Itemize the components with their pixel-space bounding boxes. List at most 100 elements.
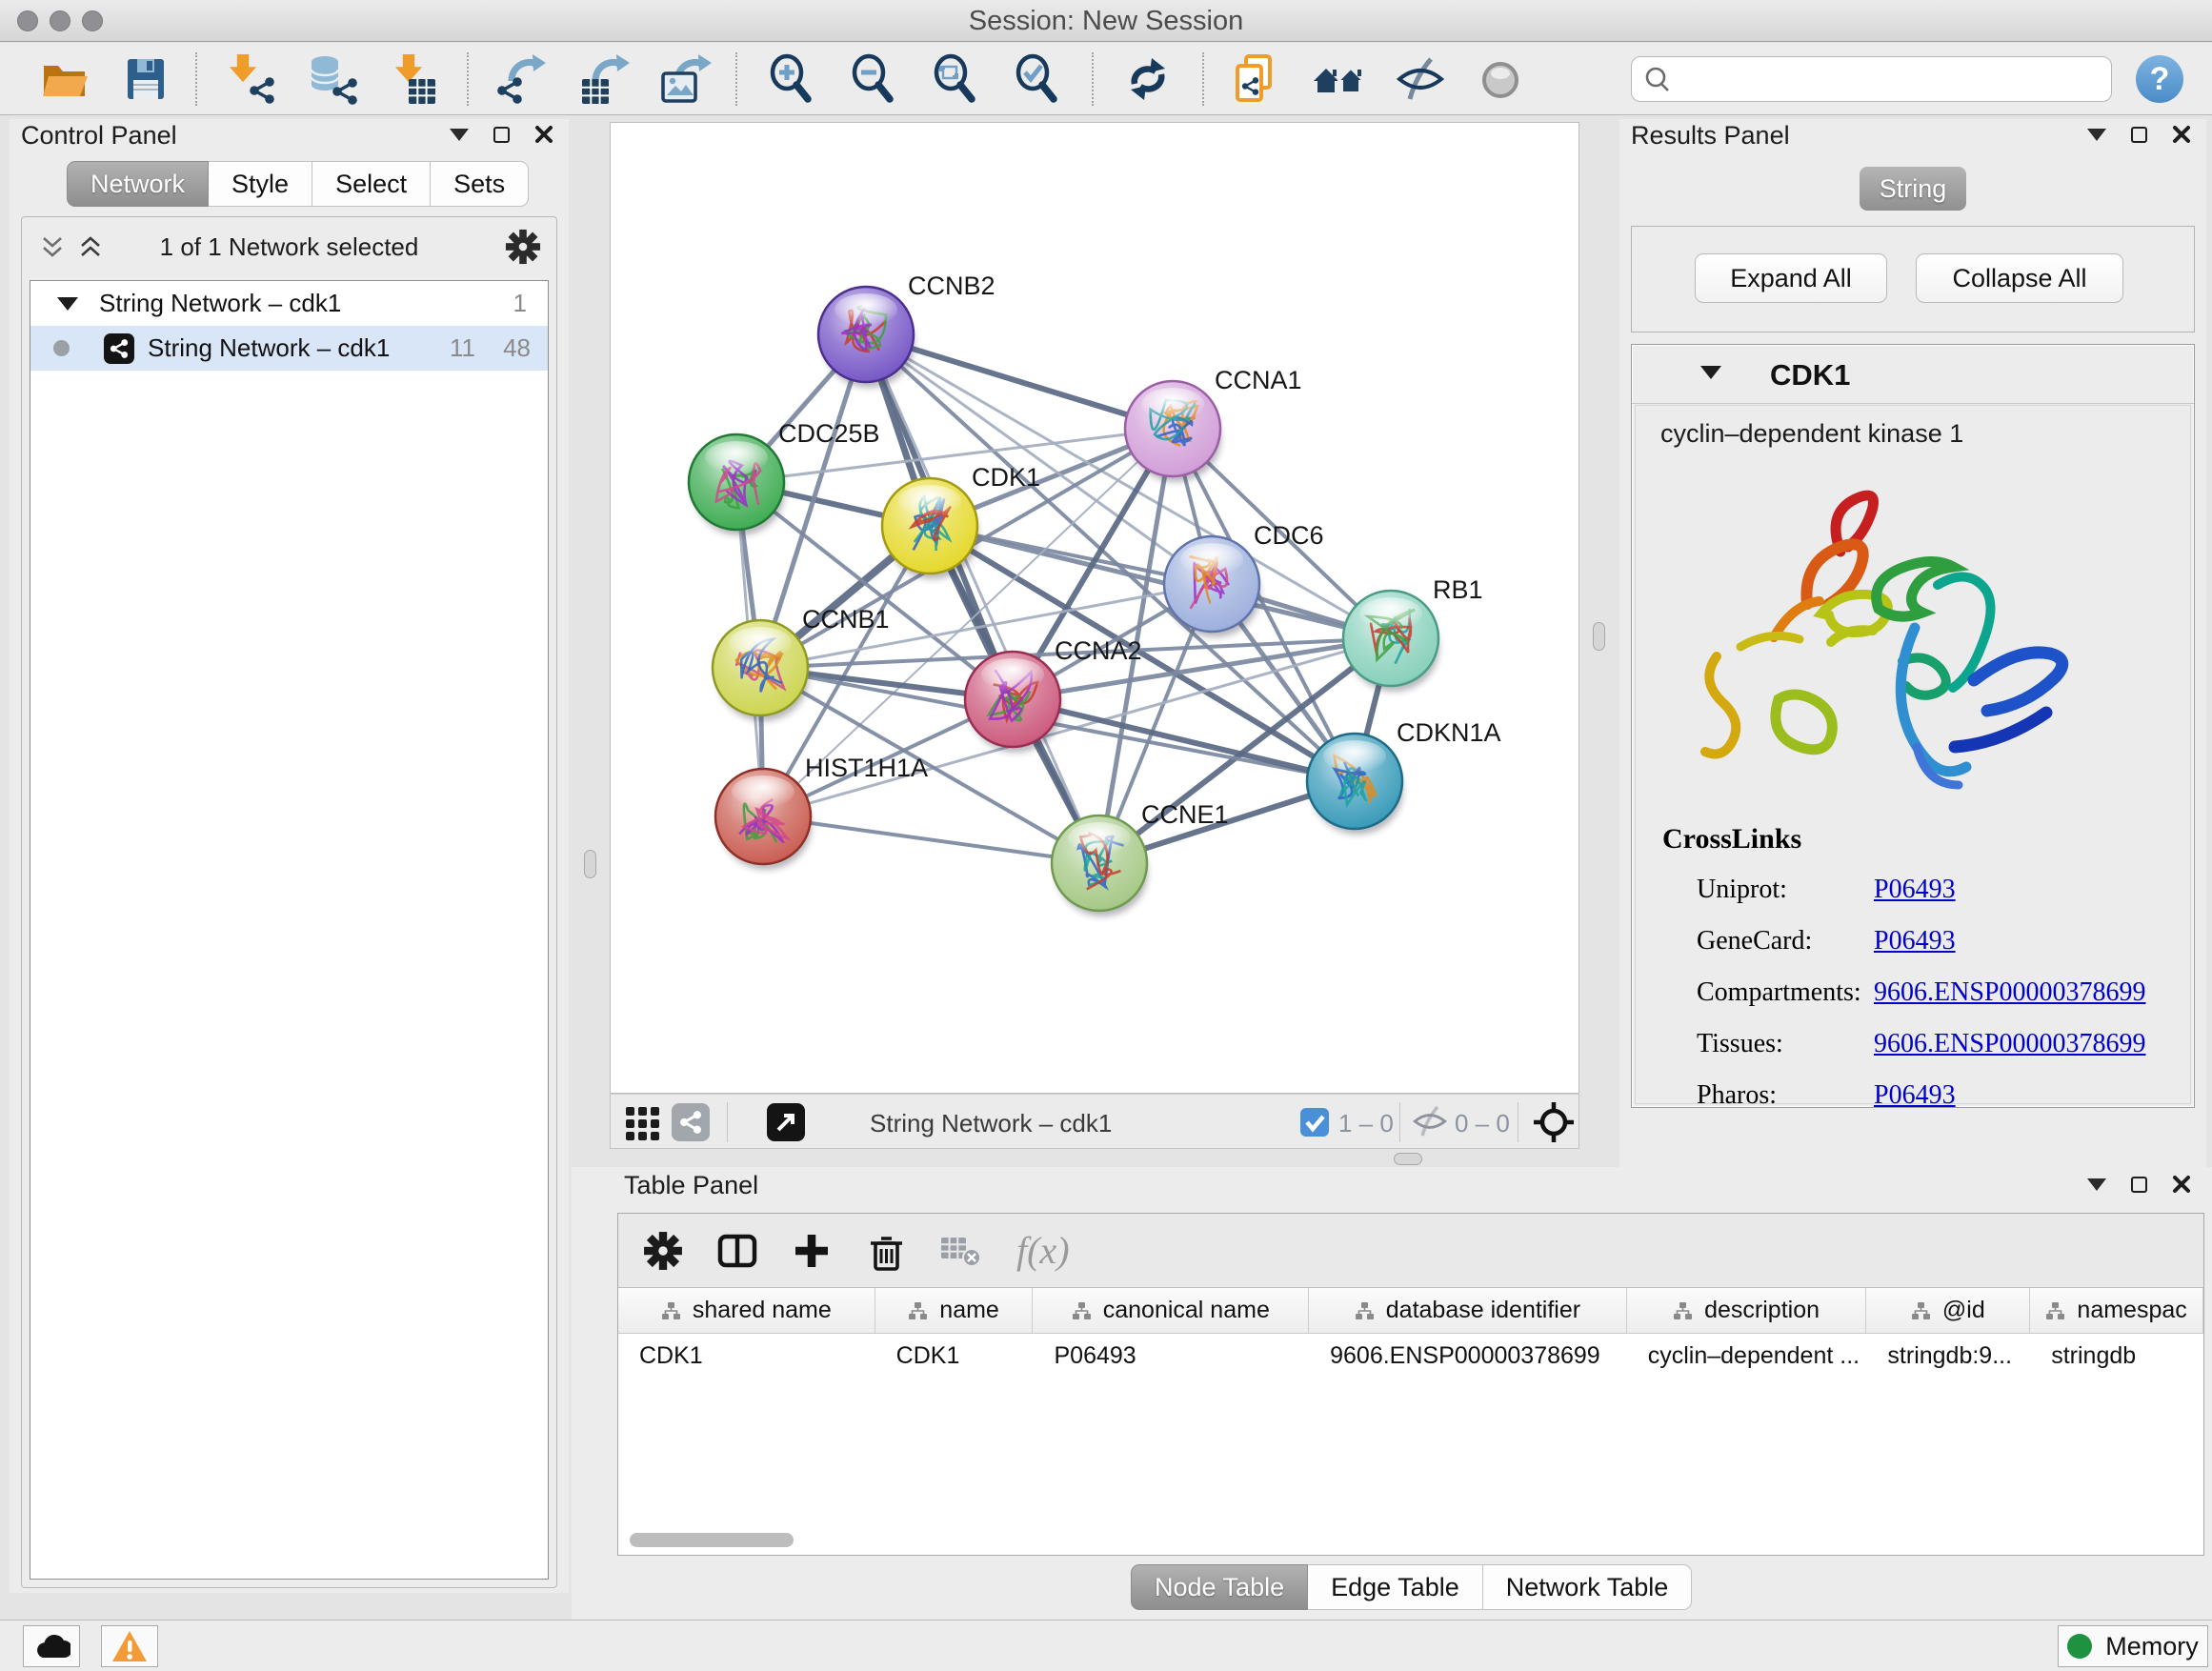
zoom-fit-button[interactable] [928, 51, 983, 107]
crosslink-label: Tissues: [1697, 1029, 1783, 1059]
column-header-namespac[interactable]: namespac [2030, 1288, 2203, 1333]
import-table-file-button[interactable] [387, 51, 442, 107]
panel-float-icon[interactable] [2131, 1177, 2147, 1193]
zoom-out-button[interactable] [846, 51, 901, 107]
string-controls-box: Expand All Collapse All [1631, 226, 2195, 332]
network-canvas[interactable]: CCNB2CCNA1CDC25BCDK1CDC6RB1CCNB1CCNA2CDK… [610, 122, 1579, 1094]
table-cell[interactable]: CDK1 [618, 1334, 875, 1378]
help-button[interactable]: ? [2136, 55, 2183, 103]
results-panel-title: Results Panel [1631, 121, 1790, 151]
table-options-gear-icon[interactable] [643, 1231, 683, 1271]
delete-column-trash-icon[interactable] [866, 1231, 906, 1271]
export-table-button[interactable] [577, 51, 633, 107]
network-tree-root-row[interactable]: String Network – cdk1 1 [30, 281, 548, 326]
control-tab-sets[interactable]: Sets [431, 161, 529, 207]
right-splitter-handle[interactable] [1593, 622, 1605, 651]
table-tab-edge-table[interactable]: Edge Table [1308, 1564, 1483, 1610]
panel-close-icon[interactable] [2172, 1175, 2191, 1194]
birds-eye-toggle-icon[interactable] [1533, 1101, 1575, 1148]
create-column-plus-icon[interactable] [792, 1231, 832, 1271]
network-status-dot [53, 340, 70, 356]
panel-menu-icon[interactable] [2087, 129, 2106, 141]
control-tab-style[interactable]: Style [209, 161, 312, 207]
left-splitter-handle[interactable] [584, 850, 596, 878]
export-image-button[interactable] [657, 51, 713, 107]
export-network-button[interactable] [493, 51, 549, 107]
import-network-database-button[interactable] [305, 51, 360, 107]
zoom-in-button[interactable] [764, 51, 819, 107]
column-header-canonical-name[interactable]: canonical name [1033, 1288, 1309, 1333]
open-file-button[interactable] [36, 51, 91, 107]
crosslink-row: Uniprot:P06493 [1636, 865, 2190, 916]
panel-menu-icon[interactable] [450, 129, 469, 141]
network-snapshot-button[interactable] [1229, 51, 1284, 107]
protein-card-header[interactable]: CDK1 [1632, 345, 2194, 404]
collapse-section-icon[interactable] [1700, 366, 1721, 379]
hide-graphics-details-button[interactable] [1393, 51, 1448, 107]
hidden-eye-icon[interactable] [1411, 1102, 1449, 1145]
show-graphics-details-button[interactable] [1473, 51, 1528, 107]
status-bar: Memory [0, 1620, 2212, 1671]
panel-float-icon[interactable] [2131, 127, 2147, 143]
memory-button[interactable]: Memory [2058, 1625, 2208, 1667]
column-header-name[interactable]: name [875, 1288, 1034, 1333]
table-cell[interactable]: 9606.ENSP00000378699 [1309, 1334, 1627, 1378]
column-sort-icon [1355, 1301, 1375, 1320]
table-horizontal-scrollbar[interactable] [630, 1533, 794, 1547]
table-cell[interactable]: cyclin–dependent ... [1627, 1334, 1867, 1378]
control-tab-network[interactable]: Network [67, 161, 209, 207]
expand-all-button[interactable]: Expand All [1695, 253, 1887, 303]
network-overview-icon[interactable] [672, 1103, 710, 1146]
cloud-status-button[interactable] [23, 1625, 80, 1667]
crosslink-link-pharos[interactable]: P06493 [1874, 1080, 1956, 1111]
crosslink-label: Pharos: [1697, 1080, 1777, 1111]
show-columns-icon[interactable] [717, 1231, 757, 1271]
control-tab-select[interactable]: Select [312, 161, 431, 207]
network-node-CCNA1[interactable]: CCNA1 [1125, 366, 1302, 482]
open-in-window-icon[interactable] [767, 1103, 805, 1146]
column-header-id[interactable]: @id [1866, 1288, 2030, 1333]
warnings-button[interactable] [101, 1625, 158, 1667]
panel-menu-icon[interactable] [2087, 1178, 2106, 1191]
protein-name: CDK1 [1770, 358, 1850, 393]
save-session-button[interactable] [118, 51, 173, 107]
table-tab-network-table[interactable]: Network Table [1483, 1564, 1693, 1610]
search-input[interactable] [1672, 60, 2111, 98]
crosslink-link-uniprot[interactable]: P06493 [1874, 875, 1956, 905]
panel-float-icon[interactable] [493, 127, 510, 143]
panel-close-icon[interactable] [2172, 125, 2191, 144]
network-node-label: CDC25B [778, 419, 880, 448]
column-header-description[interactable]: description [1627, 1288, 1867, 1333]
bottom-splitter-handle[interactable] [1394, 1153, 1422, 1165]
refresh-network-button[interactable] [1120, 51, 1176, 107]
network-tree-item-row[interactable]: String Network – cdk1 11 48 [30, 326, 548, 371]
show-all-networks-button[interactable] [1311, 51, 1366, 107]
column-header-shared-name[interactable]: shared name [618, 1288, 875, 1333]
network-node-CDC6[interactable]: CDC6 [1164, 521, 1324, 637]
table-cell[interactable]: stringdb [2030, 1334, 2203, 1378]
crosslink-link-compartments[interactable]: 9606.ENSP00000378699 [1874, 977, 2145, 1008]
table-row[interactable]: CDK1CDK1P064939606.ENSP00000378699cyclin… [618, 1334, 2203, 1378]
birds-eye-grid-icon[interactable] [624, 1103, 662, 1146]
tab-string[interactable]: String [1860, 167, 1966, 211]
table-cell[interactable]: P06493 [1033, 1334, 1309, 1378]
tree-collapse-icon[interactable] [57, 297, 78, 311]
network-options-gear-icon[interactable] [505, 229, 541, 265]
table-panel: Table Panel f(x) shared namenamecanonica… [572, 1167, 2212, 1620]
network-node-RB1[interactable]: RB1 [1343, 575, 1483, 692]
table-cell[interactable]: CDK1 [875, 1334, 1034, 1378]
selected-checkbox-icon[interactable] [1300, 1108, 1329, 1141]
table-tab-node-table[interactable]: Node Table [1131, 1564, 1308, 1610]
crosslink-link-tissues[interactable]: 9606.ENSP00000378699 [1874, 1029, 2145, 1059]
network-node-HIST1H1A[interactable]: HIST1H1A [715, 754, 928, 870]
column-header-database-identifier[interactable]: database identifier [1309, 1288, 1627, 1333]
import-network-file-button[interactable] [223, 51, 278, 107]
network-node-CDKN1A[interactable]: CDKN1A [1307, 718, 1501, 835]
table-cell[interactable]: stringdb:9... [1866, 1334, 2030, 1378]
crosslink-link-genecard[interactable]: P06493 [1874, 926, 1956, 956]
crosslink-row: Tissues: 9606.ENSP00000378699 [1636, 1019, 2190, 1071]
collapse-all-button[interactable]: Collapse All [1916, 253, 2123, 303]
panel-close-icon[interactable] [534, 125, 553, 144]
zoom-selected-button[interactable] [1010, 51, 1065, 107]
function-builder-icon: f(x) [1016, 1228, 1070, 1273]
